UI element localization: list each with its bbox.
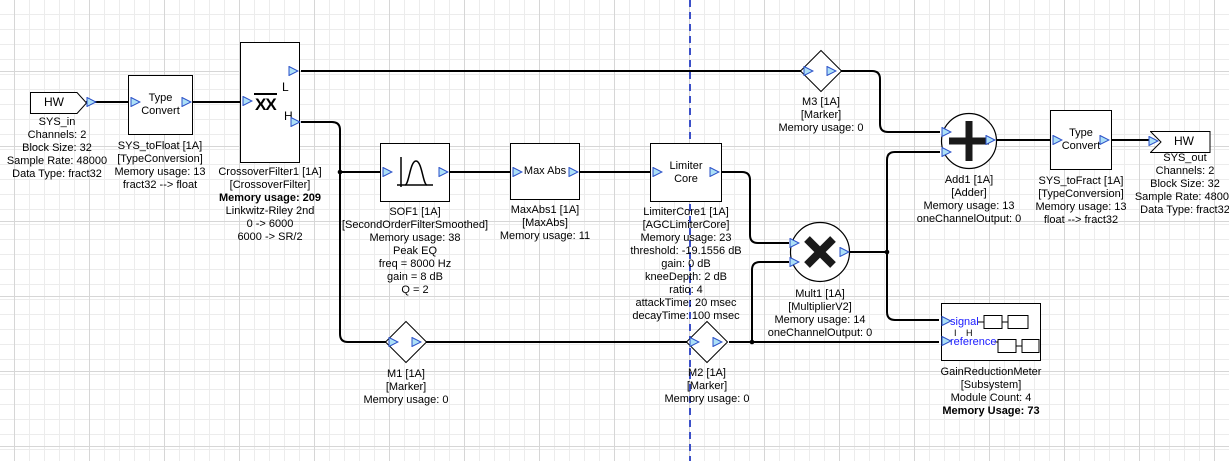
m2-output-port[interactable] [712, 337, 723, 347]
sysout-tag-text: HW [1174, 134, 1194, 148]
label-line: [CrossoverFilter] [170, 179, 370, 192]
limiter-title: Limiter Core [669, 160, 702, 186]
label-line: LimiterCore1 [1A] [586, 206, 786, 219]
gainreductionmeter-label: GainReductionMeter [Subsystem] Module Co… [891, 366, 1091, 418]
label-line: [TypeConversion] [60, 153, 260, 166]
m2-input-port[interactable] [689, 337, 700, 347]
label-line: Memory usage: 0 [607, 393, 807, 406]
label-line: [AGCLimiterCore] [586, 219, 786, 232]
label-line: M3 [1A] [721, 96, 921, 109]
add1-output-port[interactable] [985, 135, 996, 145]
sof1-output-port[interactable] [438, 167, 449, 177]
mult1-output-port[interactable] [839, 247, 850, 257]
label-line: Sample Rate: 48000 [1085, 191, 1229, 204]
peak-eq-curve-icon [393, 153, 437, 193]
typeconv-in-output-port[interactable] [181, 97, 192, 107]
gainreductionmeter-block[interactable]: signal reference I H [941, 303, 1041, 361]
title-line: Convert [1062, 140, 1101, 153]
label-line: Data Type: fract32 [1085, 204, 1229, 217]
wire-junction-dot [885, 250, 890, 255]
sysout-hw-tag[interactable]: HW [1150, 131, 1211, 158]
label-line: Mult1 [1A] [720, 288, 920, 301]
maxabs-output-port[interactable] [568, 167, 579, 177]
label-line: M1 [1A] [306, 368, 506, 381]
m3-input-port[interactable] [803, 66, 814, 76]
sysin-tag-text: HW [44, 95, 64, 109]
label-line: Memory Usage: 73 [891, 405, 1091, 418]
maxabs-input-port[interactable] [512, 167, 523, 177]
title-line: Core [669, 173, 702, 186]
grm-reference-input-port[interactable] [941, 336, 952, 346]
label-line: Memory usage: 23 [586, 232, 786, 245]
label-line: CrossoverFilter1 [1A] [170, 166, 370, 179]
label-line: SYS_toFloat [1A] [60, 140, 260, 153]
add1-input1-port[interactable] [941, 127, 952, 137]
sysin-output-port[interactable] [86, 97, 97, 107]
mult1-input1-port[interactable] [789, 238, 800, 248]
m1-input-port[interactable] [388, 337, 399, 347]
label-line: Memory usage: 0 [721, 122, 921, 135]
title-line: Type [141, 92, 180, 105]
label-line: Memory usage: 14 [720, 314, 920, 327]
crossover-input-port[interactable] [242, 96, 253, 106]
label-line: Q = 2 [315, 284, 515, 297]
label-line: Module Count: 4 [891, 392, 1091, 405]
grm-subsystem-preview [942, 304, 1040, 360]
label-line: Peak EQ [315, 245, 515, 258]
grm-reference-port-label: reference [950, 336, 996, 349]
grm-signal-input-port[interactable] [941, 316, 952, 326]
typeconvert-title: Type Convert [141, 92, 180, 118]
sysout-input-port[interactable] [1148, 136, 1159, 146]
typeconvert-title: Type Convert [1062, 127, 1101, 153]
m1-output-port[interactable] [411, 337, 422, 347]
grm-tick-i: I [954, 327, 957, 340]
crossover-low-out-label: L [282, 81, 289, 94]
label-line: [Marker] [607, 380, 807, 393]
label-line: oneChannelOutput: 0 [720, 327, 920, 340]
crossover-filter-icon: XX [254, 93, 277, 114]
label-line: [Subsystem] [891, 379, 1091, 392]
label-line: freq = 8000 Hz [315, 258, 515, 271]
diagram-canvas: HW SYS_in Channels: 2 Block Size: 32 Sam… [0, 0, 1229, 461]
title-line: Type [1062, 127, 1101, 140]
typeconv-in-input-port[interactable] [130, 97, 141, 107]
crossover-high-output-port[interactable] [290, 117, 301, 127]
label-line: Memory usage: 209 [170, 192, 370, 205]
label-line: [Marker] [306, 381, 506, 394]
mult1-label: Mult1 [1A] [MultiplierV2] Memory usage: … [720, 288, 920, 340]
wire-junction-dot [750, 340, 755, 345]
label-line: M2 [1A] [607, 367, 807, 380]
m1-label: M1 [1A] [Marker] Memory usage: 0 [306, 368, 506, 407]
label-line: gain = 8 dB [315, 271, 515, 284]
m3-label: M3 [1A] [Marker] Memory usage: 0 [721, 96, 921, 135]
m3-output-port[interactable] [826, 66, 837, 76]
label-line: [MultiplierV2] [720, 301, 920, 314]
limiter-output-port[interactable] [709, 167, 720, 177]
typeconv-out-input-port[interactable] [1052, 135, 1063, 145]
typeconv-out-output-port[interactable] [1099, 135, 1110, 145]
title-line: Limiter [669, 160, 702, 173]
mult1-input2-port[interactable] [789, 257, 800, 267]
m2-label: M2 [1A] [Marker] Memory usage: 0 [607, 367, 807, 406]
sysin-hw-tag[interactable]: HW [30, 92, 88, 119]
label-line: gain: 0 dB [586, 258, 786, 271]
grm-tick-h: H [966, 327, 973, 340]
label-line: Memory usage: 0 [306, 394, 506, 407]
maxabs-title: Max Abs [524, 165, 566, 178]
crossover-low-output-port[interactable] [288, 66, 299, 76]
label-line: kneeDepth: 2 dB [586, 271, 786, 284]
sof1-input-port[interactable] [382, 167, 393, 177]
title-line: Convert [141, 105, 180, 118]
label-line: GainReductionMeter [891, 366, 1091, 379]
label-line: [Marker] [721, 109, 921, 122]
add1-input2-port[interactable] [941, 147, 952, 157]
label-line: Block Size: 32 [1085, 178, 1229, 191]
label-line: threshold: -19.1556 dB [586, 245, 786, 258]
limiter-input-port[interactable] [652, 167, 663, 177]
